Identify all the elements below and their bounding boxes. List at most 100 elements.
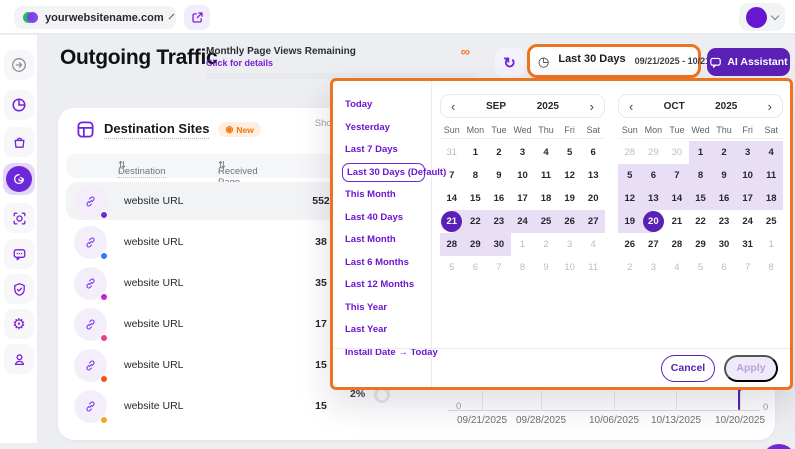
- day-cell-sep-5[interactable]: 5: [558, 141, 582, 164]
- day-cell-oct-24[interactable]: 24: [736, 210, 760, 233]
- day-cell-oct-29[interactable]: 29: [642, 141, 666, 164]
- date-range-button[interactable]: ◷ Last 30 Days 09/21/2025 - 10/21/2025: [527, 44, 701, 78]
- sidebar-item-settings[interactable]: ⚙: [4, 309, 34, 339]
- day-cell-sep-9[interactable]: 9: [534, 256, 558, 279]
- day-cell-oct-10[interactable]: 10: [736, 164, 760, 187]
- sidebar-item-analytics[interactable]: [4, 90, 34, 120]
- day-cell-oct-23[interactable]: 23: [712, 210, 736, 233]
- day-cell-oct-14[interactable]: 14: [665, 187, 689, 210]
- preset-last-6-months[interactable]: Last 6 Months: [342, 253, 425, 272]
- day-cell-sep-8[interactable]: 8: [511, 256, 535, 279]
- day-cell-oct-27[interactable]: 27: [642, 233, 666, 256]
- day-cell-sep-18[interactable]: 18: [534, 187, 558, 210]
- day-cell-oct-19[interactable]: 19: [618, 210, 642, 233]
- day-cell-oct-13[interactable]: 13: [642, 187, 666, 210]
- day-cell-sep-6[interactable]: 6: [581, 141, 605, 164]
- table-row[interactable]: website URL38: [66, 223, 356, 261]
- day-cell-oct-1[interactable]: 1: [759, 233, 783, 256]
- preset-this-month[interactable]: This Month: [342, 185, 425, 204]
- day-cell-oct-25[interactable]: 25: [759, 210, 783, 233]
- day-cell-sep-21[interactable]: 21: [440, 210, 464, 233]
- day-cell-oct-1[interactable]: 1: [689, 141, 713, 164]
- apply-button[interactable]: Apply: [724, 355, 778, 382]
- open-site-button[interactable]: [184, 5, 210, 30]
- day-cell-sep-4[interactable]: 4: [581, 233, 605, 256]
- sidebar-item-outgoing-traffic[interactable]: [3, 163, 35, 195]
- day-cell-oct-31[interactable]: 31: [736, 233, 760, 256]
- day-cell-sep-9[interactable]: 9: [487, 164, 511, 187]
- day-cell-sep-22[interactable]: 22: [464, 210, 488, 233]
- day-cell-sep-11[interactable]: 11: [581, 256, 605, 279]
- day-cell-sep-10[interactable]: 10: [511, 164, 535, 187]
- day-cell-sep-13[interactable]: 13: [581, 164, 605, 187]
- preset-yesterday[interactable]: Yesterday: [342, 118, 425, 137]
- day-cell-oct-5[interactable]: 5: [618, 164, 642, 187]
- day-cell-oct-21[interactable]: 21: [665, 210, 689, 233]
- day-cell-sep-12[interactable]: 12: [558, 164, 582, 187]
- day-cell-oct-26[interactable]: 26: [618, 233, 642, 256]
- day-cell-sep-7[interactable]: 7: [440, 164, 464, 187]
- day-cell-sep-19[interactable]: 19: [558, 187, 582, 210]
- day-cell-oct-28[interactable]: 28: [665, 233, 689, 256]
- column-destination[interactable]: Destination ⇅: [118, 160, 126, 172]
- day-cell-oct-2[interactable]: 2: [618, 256, 642, 279]
- day-cell-sep-14[interactable]: 14: [440, 187, 464, 210]
- day-cell-sep-1[interactable]: 1: [464, 141, 488, 164]
- preset-today[interactable]: Today: [342, 95, 425, 114]
- day-cell-sep-8[interactable]: 8: [464, 164, 488, 187]
- day-cell-oct-30[interactable]: 30: [665, 141, 689, 164]
- day-cell-sep-7[interactable]: 7: [487, 256, 511, 279]
- day-cell-sep-17[interactable]: 17: [511, 187, 535, 210]
- day-cell-oct-3[interactable]: 3: [642, 256, 666, 279]
- preset-last-month[interactable]: Last Month: [342, 230, 425, 249]
- sidebar-item-protection[interactable]: [4, 274, 34, 304]
- day-cell-oct-7[interactable]: 7: [665, 164, 689, 187]
- day-cell-oct-18[interactable]: 18: [759, 187, 783, 210]
- preset-last-year[interactable]: Last Year: [342, 320, 425, 339]
- day-cell-sep-2[interactable]: 2: [487, 141, 511, 164]
- prev-month-icon[interactable]: ‹: [451, 100, 455, 113]
- day-cell-sep-5[interactable]: 5: [440, 256, 464, 279]
- next-month-icon[interactable]: ›: [590, 100, 594, 113]
- day-cell-oct-8[interactable]: 8: [689, 164, 713, 187]
- day-cell-sep-24[interactable]: 24: [511, 210, 535, 233]
- table-row[interactable]: website URL552: [66, 182, 356, 220]
- table-row[interactable]: website URL15: [66, 387, 356, 425]
- day-cell-sep-25[interactable]: 25: [534, 210, 558, 233]
- day-cell-sep-26[interactable]: 26: [558, 210, 582, 233]
- day-cell-oct-29[interactable]: 29: [689, 233, 713, 256]
- day-cell-oct-6[interactable]: 6: [642, 164, 666, 187]
- next-month-icon[interactable]: ›: [768, 100, 772, 113]
- day-cell-oct-15[interactable]: 15: [689, 187, 713, 210]
- sidebar-item-account[interactable]: [4, 344, 34, 374]
- account-menu[interactable]: [739, 3, 785, 31]
- day-cell-sep-15[interactable]: 15: [464, 187, 488, 210]
- day-cell-sep-20[interactable]: 20: [581, 187, 605, 210]
- day-cell-sep-3[interactable]: 3: [558, 233, 582, 256]
- day-cell-sep-6[interactable]: 6: [464, 256, 488, 279]
- day-cell-oct-28[interactable]: 28: [618, 141, 642, 164]
- day-cell-oct-16[interactable]: 16: [712, 187, 736, 210]
- day-cell-sep-2[interactable]: 2: [534, 233, 558, 256]
- sidebar-item-messages[interactable]: [4, 239, 34, 269]
- ai-assistant-button[interactable]: AI Assistant: [707, 48, 790, 76]
- column-received-page-views[interactable]: Received Page Views (921) ⇅: [218, 160, 226, 172]
- table-row[interactable]: website URL35: [66, 264, 356, 302]
- prev-month-icon[interactable]: ‹: [629, 100, 633, 113]
- site-selector[interactable]: yourwebsitename.com: [14, 6, 176, 29]
- day-cell-sep-1[interactable]: 1: [511, 233, 535, 256]
- day-cell-sep-4[interactable]: 4: [534, 141, 558, 164]
- day-cell-sep-3[interactable]: 3: [511, 141, 535, 164]
- day-cell-sep-27[interactable]: 27: [581, 210, 605, 233]
- quota-details-link[interactable]: Click for details: [206, 58, 478, 68]
- sidebar-collapse-button[interactable]: [4, 50, 34, 80]
- day-cell-oct-6[interactable]: 6: [712, 256, 736, 279]
- day-cell-oct-7[interactable]: 7: [736, 256, 760, 279]
- day-cell-oct-20[interactable]: 20: [642, 210, 666, 233]
- day-cell-sep-29[interactable]: 29: [464, 233, 488, 256]
- floating-action-button[interactable]: [762, 444, 795, 449]
- day-cell-oct-30[interactable]: 30: [712, 233, 736, 256]
- day-cell-oct-11[interactable]: 11: [759, 164, 783, 187]
- day-cell-oct-17[interactable]: 17: [736, 187, 760, 210]
- table-row[interactable]: website URL15: [66, 346, 356, 384]
